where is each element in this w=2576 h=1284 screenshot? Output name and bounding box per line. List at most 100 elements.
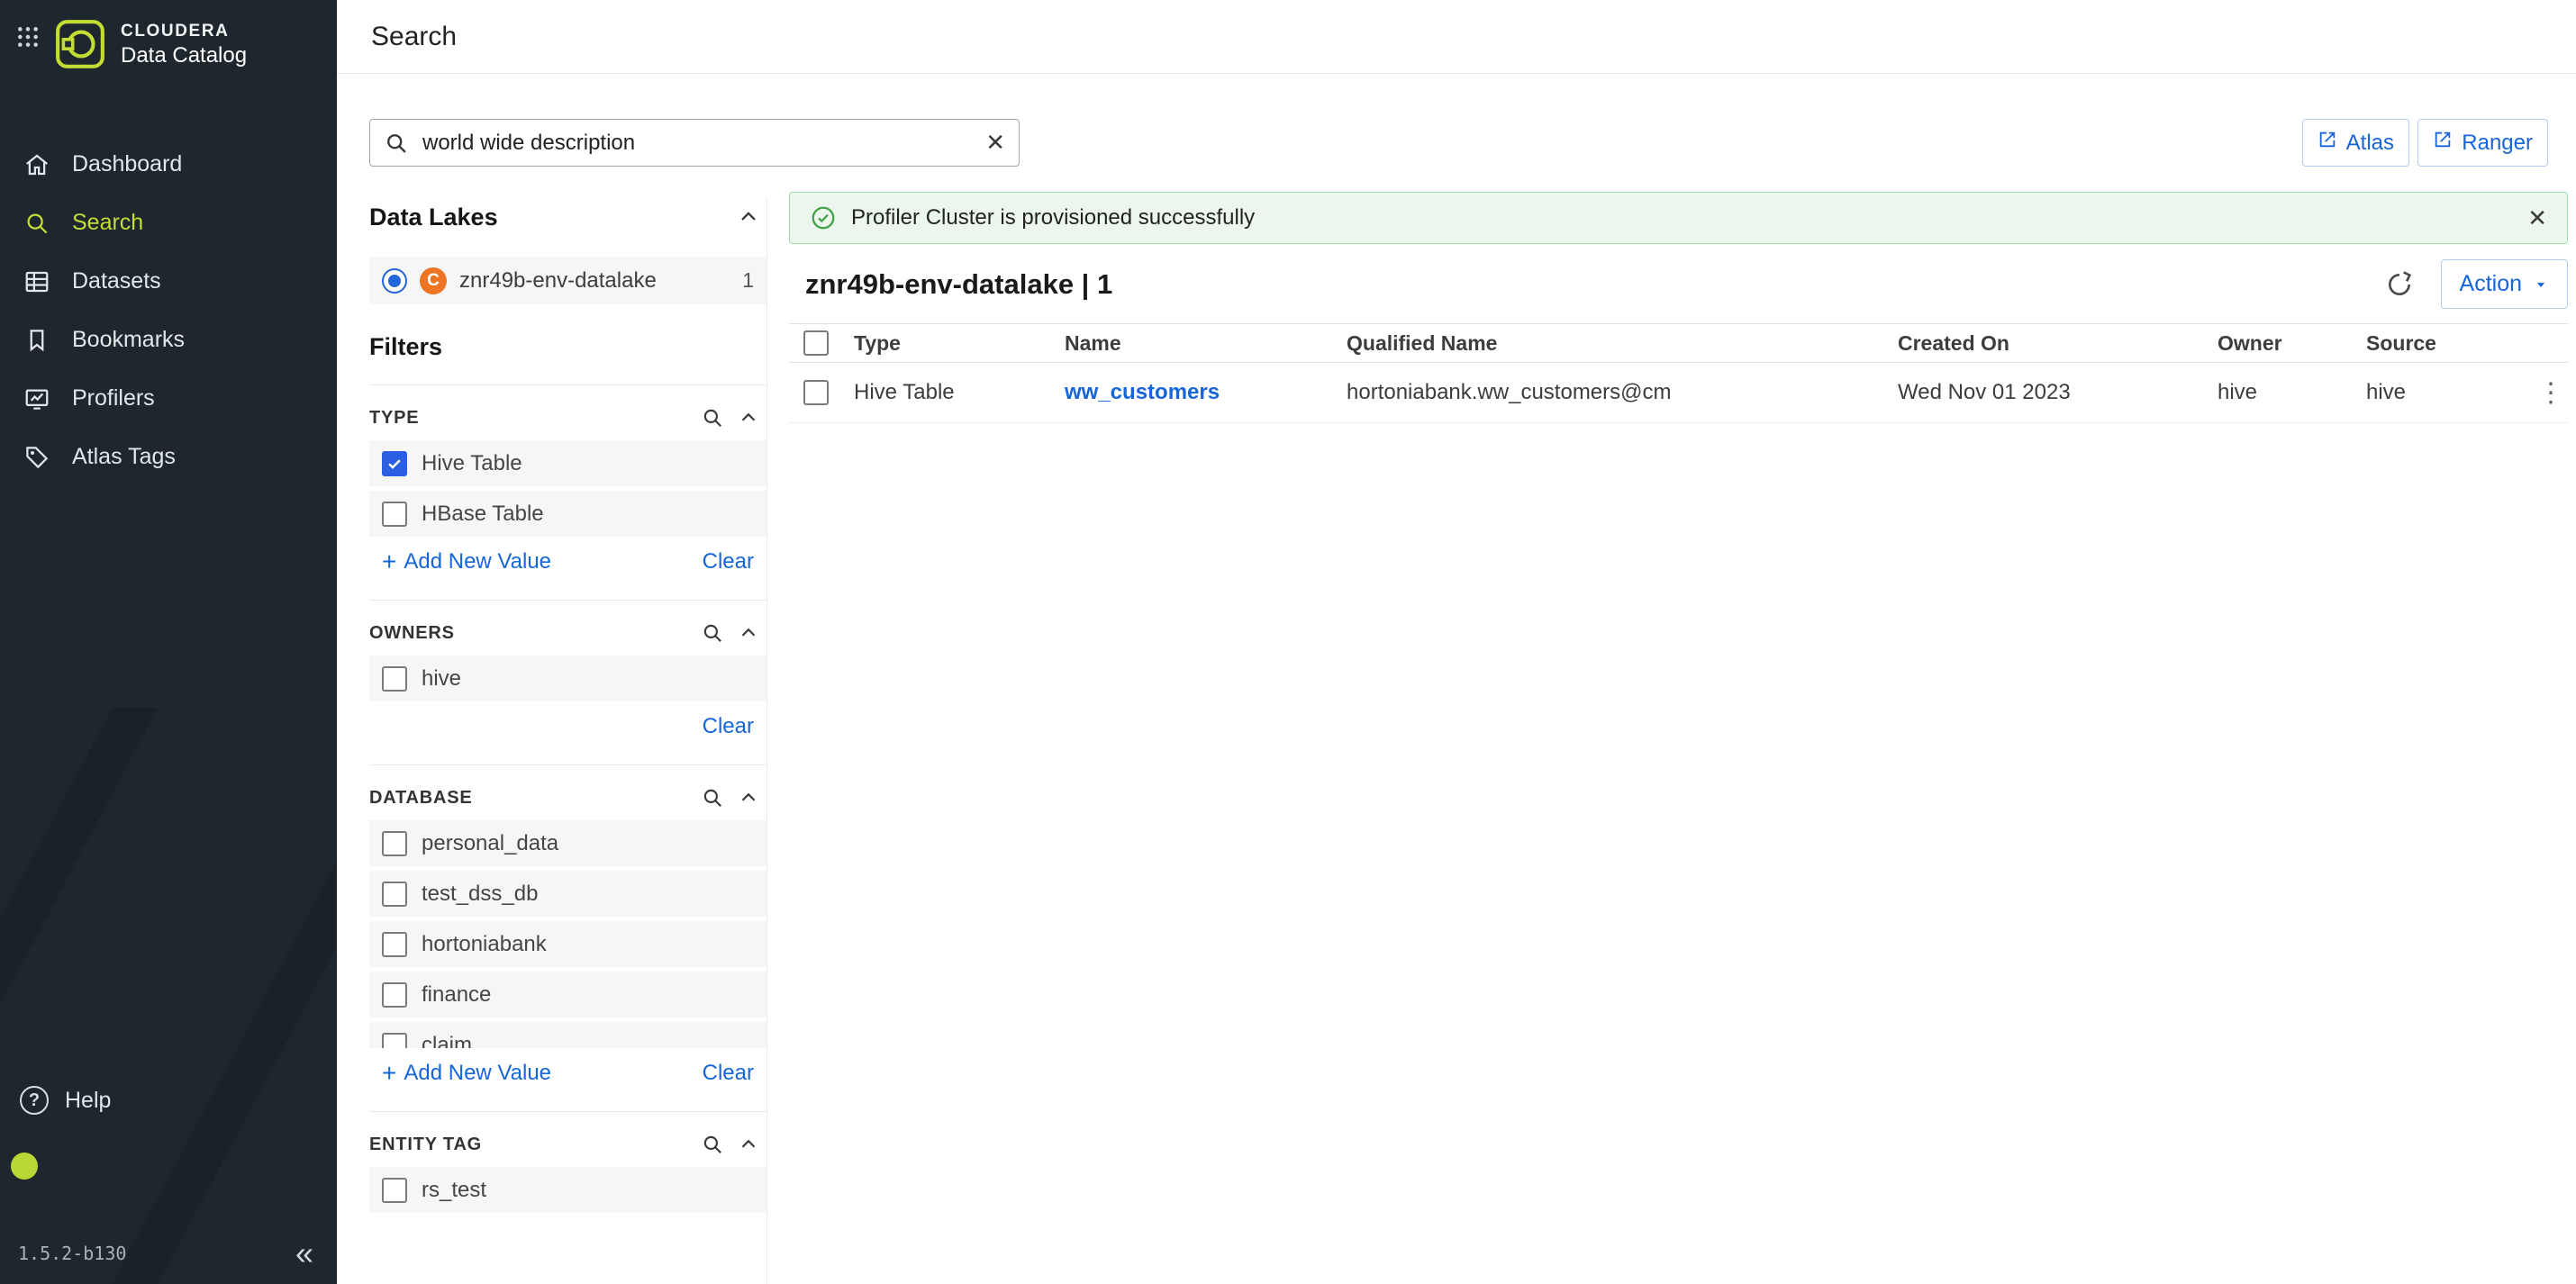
search-icon <box>22 210 52 237</box>
chevron-up-icon[interactable] <box>730 204 766 230</box>
chevron-up-icon[interactable] <box>730 406 766 430</box>
app-grid-icon[interactable] <box>16 25 40 53</box>
column-header-type: Type <box>854 331 1065 356</box>
sidebar-nav: Dashboard Search Datasets Bookmarks Prof… <box>0 135 337 486</box>
filter-section-header: ENTITY TAG <box>369 1126 766 1162</box>
add-new-value-label: Add New Value <box>404 1061 551 1086</box>
search-input[interactable] <box>369 119 1020 167</box>
filter-section-entity-tag: ENTITY TAG rs_test <box>369 1111 766 1213</box>
brand-text: CLOUDERA Data Catalog <box>121 22 247 68</box>
sidebar-item-bookmarks[interactable]: Bookmarks <box>0 311 337 369</box>
filter-section-owners: OWNERS hive Clear <box>369 600 766 741</box>
filter-option[interactable]: rs_test <box>369 1167 766 1213</box>
plus-icon: + <box>382 549 396 574</box>
clear-search-icon[interactable]: ✕ <box>985 129 1005 157</box>
atlas-button[interactable]: Atlas <box>2302 119 2409 167</box>
caret-down-icon <box>2533 276 2549 293</box>
filter-search-icon[interactable] <box>694 786 730 809</box>
row-select-cell <box>789 380 854 405</box>
filters-heading: Filters <box>369 333 766 361</box>
filter-option[interactable]: test_dss_db <box>369 871 766 917</box>
chevron-up-icon[interactable] <box>730 786 766 809</box>
checkbox-icon[interactable] <box>382 666 407 692</box>
checkbox-icon[interactable] <box>382 932 407 957</box>
sidebar: CLOUDERA Data Catalog Dashboard Search D… <box>0 0 337 1284</box>
status-dot <box>11 1153 38 1180</box>
checkbox-icon[interactable] <box>382 502 407 527</box>
cell-created-on: Wed Nov 01 2023 <box>1898 380 2218 405</box>
filter-option-label: rs_test <box>422 1178 486 1203</box>
filter-section-header: OWNERS <box>369 615 766 651</box>
chevron-up-icon[interactable] <box>730 1133 766 1156</box>
filter-option[interactable]: Hive Table <box>369 440 766 486</box>
filter-search-icon[interactable] <box>694 406 730 430</box>
filter-option-label: finance <box>422 982 491 1008</box>
collapse-sidebar-icon[interactable]: « <box>295 1237 313 1270</box>
profilers-icon <box>22 385 52 412</box>
table-row: Hive Table ww_customers hortoniabank.ww_… <box>789 363 2568 423</box>
data-lake-count: 1 <box>742 268 754 293</box>
cluster-badge-icon: C <box>420 267 447 294</box>
checkbox-icon[interactable] <box>803 330 829 356</box>
help-icon: ? <box>20 1086 49 1115</box>
filter-links: + Add New Value Clear <box>369 1061 766 1088</box>
filter-search-icon[interactable] <box>694 1133 730 1156</box>
filter-option-label: claim <box>422 1033 472 1049</box>
plus-icon: + <box>382 1061 396 1086</box>
checkbox-icon[interactable] <box>382 831 407 856</box>
checkbox-icon[interactable] <box>382 982 407 1008</box>
add-new-value-link[interactable]: + Add New Value <box>382 549 551 574</box>
search-bar: ✕ <box>369 119 1020 167</box>
checkbox-checked-icon[interactable] <box>382 451 407 476</box>
column-header-source: Source <box>2366 331 2534 356</box>
clear-link[interactable]: Clear <box>703 1061 754 1086</box>
chevron-up-icon[interactable] <box>730 621 766 645</box>
row-kebab-menu-icon[interactable]: ⋮ <box>2534 377 2568 409</box>
filter-section-type: TYPE Hive Table HBase Table <box>369 384 766 576</box>
table-header-row: Type Name Qualified Name Created On Owne… <box>789 323 2568 363</box>
filter-option-label: personal_data <box>422 831 558 856</box>
cell-qualified-name: hortoniabank.ww_customers@cm <box>1347 380 1898 405</box>
action-button[interactable]: Action <box>2441 259 2568 309</box>
brand-name: CLOUDERA <box>121 22 247 41</box>
ranger-button[interactable]: Ranger <box>2417 119 2548 167</box>
filter-option[interactable]: claim <box>369 1022 766 1048</box>
filter-option-list: personal_data test_dss_db hortoniabank f… <box>369 816 766 1048</box>
cloudera-logo-icon[interactable] <box>54 18 106 75</box>
clear-link[interactable]: Clear <box>703 714 754 739</box>
column-header-owner: Owner <box>2218 331 2366 356</box>
sidebar-bottom: 1.5.2-b130 « <box>18 1237 313 1270</box>
sidebar-item-profilers[interactable]: Profilers <box>0 369 337 428</box>
filter-section-header: TYPE <box>369 400 766 436</box>
filter-option[interactable]: hive <box>369 656 766 701</box>
checkbox-icon[interactable] <box>382 1178 407 1203</box>
data-lakes-header: Data Lakes <box>369 197 766 237</box>
checkbox-icon[interactable] <box>382 882 407 907</box>
filter-option[interactable]: personal_data <box>369 820 766 866</box>
sidebar-item-atlas-tags[interactable]: Atlas Tags <box>0 428 337 486</box>
filter-option[interactable]: finance <box>369 972 766 1017</box>
add-new-value-link[interactable]: + Add New Value <box>382 1061 551 1086</box>
column-header-created-on: Created On <box>1898 331 2218 356</box>
sidebar-item-datasets[interactable]: Datasets <box>0 252 337 311</box>
close-alert-icon[interactable]: ✕ <box>2527 204 2547 232</box>
success-alert: Profiler Cluster is provisioned successf… <box>789 192 2568 244</box>
data-lake-name: znr49b-env-datalake <box>459 268 657 294</box>
entity-name-link[interactable]: ww_customers <box>1065 380 1347 405</box>
sidebar-item-search[interactable]: Search <box>0 194 337 252</box>
filter-links: + Add New Value Clear <box>369 549 766 576</box>
sidebar-item-help[interactable]: ? Help <box>20 1086 111 1115</box>
checkbox-icon[interactable] <box>382 1033 407 1049</box>
results-header: znr49b-env-datalake | 1 Action <box>789 259 2568 309</box>
filter-search-icon[interactable] <box>694 621 730 645</box>
filter-option[interactable]: hortoniabank <box>369 921 766 967</box>
clear-link[interactable]: Clear <box>703 549 754 574</box>
refresh-icon[interactable] <box>2385 270 2414 299</box>
radio-selected-icon[interactable] <box>382 268 407 294</box>
page-header: Search <box>337 0 2576 74</box>
sidebar-item-dashboard[interactable]: Dashboard <box>0 135 337 194</box>
filter-section-header: DATABASE <box>369 780 766 816</box>
checkbox-icon[interactable] <box>803 380 829 405</box>
filter-option[interactable]: HBase Table <box>369 491 766 537</box>
data-lake-option[interactable]: C znr49b-env-datalake 1 <box>369 257 766 304</box>
